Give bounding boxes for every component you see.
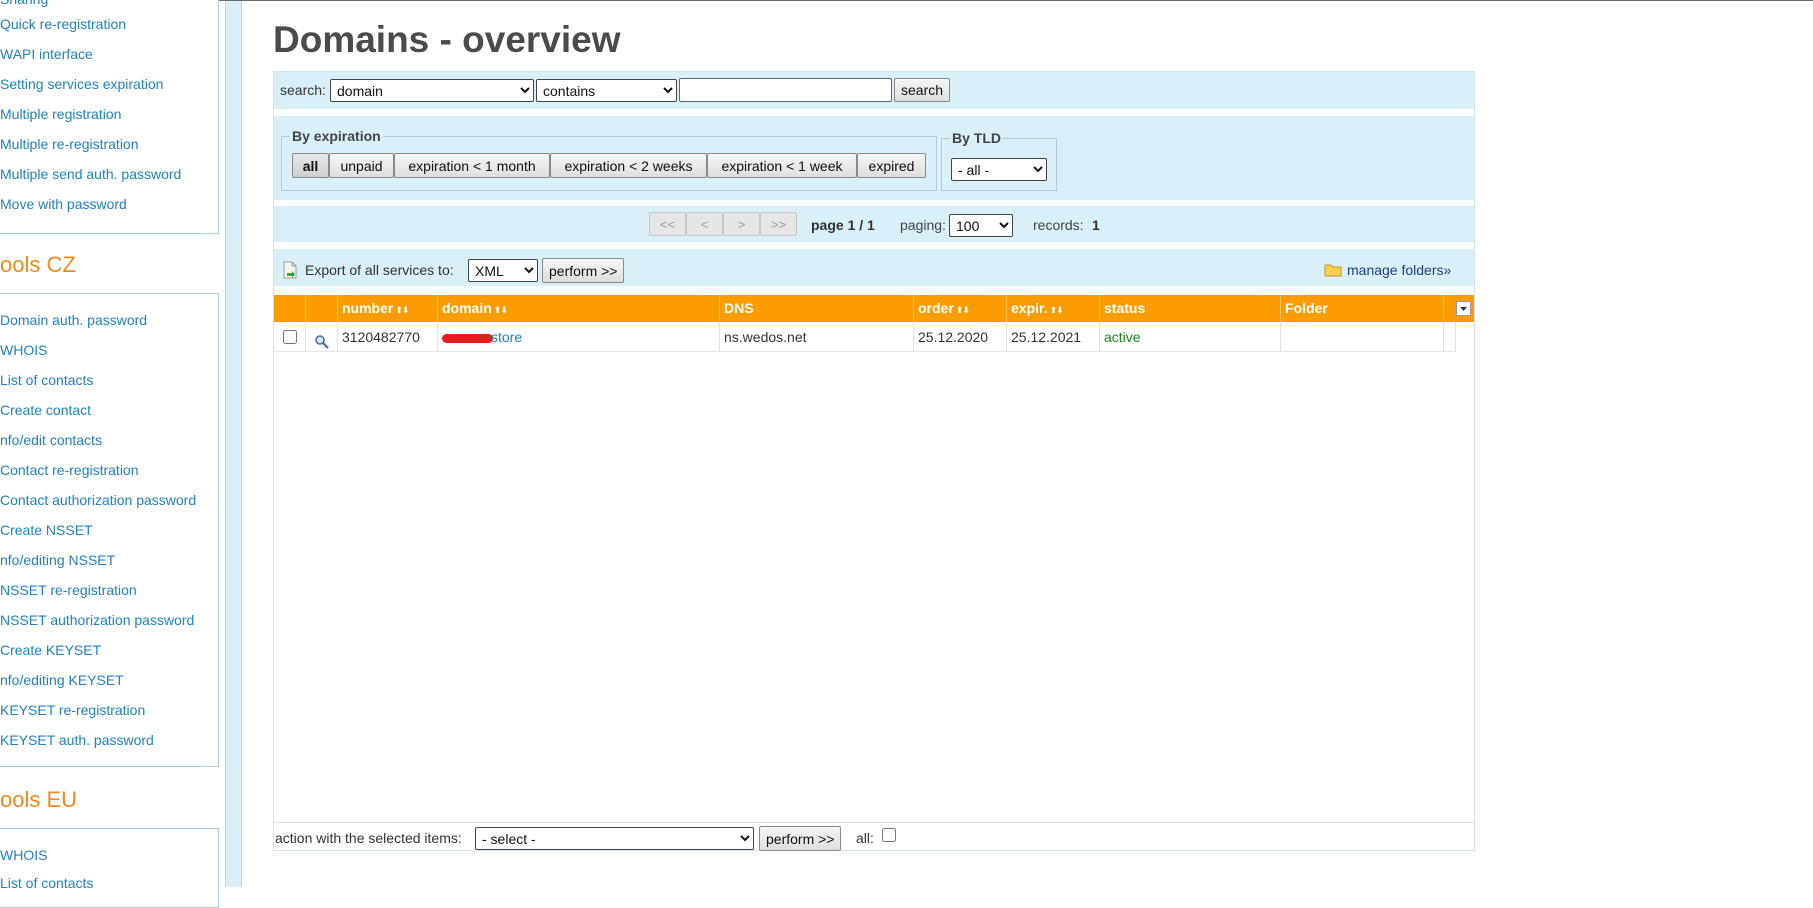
sidebar-item-keyset-re-registration[interactable]: KEYSET re-registration — [0, 702, 145, 718]
column-header-order[interactable]: order ⬆⬇ — [914, 295, 1007, 322]
sort-arrows-icon[interactable]: ⬆⬇ — [1050, 305, 1064, 315]
sort-arrows-icon[interactable]: ⬆⬇ — [956, 305, 970, 315]
filter-all-button[interactable]: all — [292, 153, 329, 178]
export-perform-button[interactable]: perform >> — [542, 258, 625, 283]
sidebar-item-move-with-password[interactable]: Move with password — [0, 196, 127, 212]
sidebar-item-info-editing-keyset[interactable]: nfo/editing KEYSET — [0, 672, 124, 688]
sidebar-box-tools-eu — [0, 828, 219, 908]
sort-arrows-icon[interactable]: ⬆⬇ — [395, 305, 409, 315]
filter-expiration-1-month-button[interactable]: expiration < 1 month — [394, 153, 550, 178]
sidebar-item-create-nsset[interactable]: Create NSSET — [0, 522, 93, 538]
sidebar-item-whois-cz[interactable]: WHOIS — [0, 342, 47, 358]
sidebar-item-contact-re-registration[interactable]: Contact re-registration — [0, 462, 139, 478]
sidebar-divider — [225, 1, 242, 887]
search-operator-select[interactable]: contains — [536, 79, 677, 102]
bulk-action-label: action with the selected items: — [275, 830, 462, 846]
sidebar-item-create-keyset[interactable]: Create KEYSET — [0, 642, 101, 658]
filter-by-expiration-legend: By expiration — [292, 128, 381, 144]
sidebar-item-quick-re-registration[interactable]: Quick re-registration — [0, 16, 126, 32]
paging-label: paging: — [900, 217, 946, 233]
column-header-checkbox — [274, 295, 306, 322]
pager-prev-button[interactable]: < — [686, 212, 723, 236]
sidebar-item-nsset-authorization-password[interactable]: NSSET authorization password — [0, 612, 194, 628]
domain-link[interactable]: store — [491, 329, 522, 345]
sidebar-item-info-editing-nsset[interactable]: nfo/editing NSSET — [0, 552, 115, 568]
search-field-select[interactable]: domain — [330, 79, 534, 102]
filter-by-tld-legend: By TLD — [952, 130, 1001, 146]
cell-dns: ns.wedos.net — [720, 322, 914, 352]
sidebar-item-multiple-send-auth-password[interactable]: Multiple send auth. password — [0, 166, 181, 182]
tld-select[interactable]: - all - — [951, 158, 1047, 181]
cell-folder — [1281, 322, 1444, 352]
cell-expiration: 25.12.2021 — [1007, 322, 1100, 352]
search-bar: search: domain contains search — [274, 72, 1474, 109]
bulk-action-bar: action with the selected items: - select… — [274, 822, 1474, 851]
sidebar-item-nsset-re-registration[interactable]: NSSET re-registration — [0, 582, 137, 598]
cell-domain: store — [438, 322, 720, 352]
chevron-down-icon — [1460, 307, 1467, 311]
export-format-select[interactable]: XML — [468, 259, 538, 282]
paging-select[interactable]: 100 — [949, 214, 1013, 237]
folder-icon — [1324, 263, 1342, 277]
column-header-domain[interactable]: domain ⬆⬇ — [438, 295, 720, 322]
sidebar-item-info-edit-contacts[interactable]: nfo/edit contacts — [0, 432, 102, 448]
search-input[interactable] — [679, 78, 892, 102]
select-all-label: all: — [856, 830, 874, 846]
table-header: number ⬆⬇ domain ⬆⬇ DNS order ⬆⬇ expir. ⬆⬇ s… — [274, 295, 1474, 322]
cell-number: 3120482770 — [338, 322, 438, 352]
sidebar-item-setting-services-expiration[interactable]: Setting services expiration — [0, 76, 163, 92]
records-label: records: — [1033, 217, 1084, 233]
page-title: Domains - overview — [273, 19, 621, 60]
column-header-number[interactable]: number ⬆⬇ — [338, 295, 438, 322]
column-header-status: status — [1100, 295, 1281, 322]
manage-folders-link[interactable]: manage folders» — [1347, 262, 1451, 278]
bulk-action-select[interactable]: - select - — [475, 827, 754, 850]
search-label: search: — [280, 82, 326, 98]
cell-options — [1444, 322, 1456, 352]
records-count: 1 — [1092, 217, 1100, 233]
column-chooser-dropdown[interactable] — [1456, 301, 1471, 316]
select-all-checkbox[interactable] — [882, 828, 896, 842]
row-detail-cell — [306, 322, 338, 352]
sidebar-item-whois-eu[interactable]: WHOIS — [0, 847, 47, 863]
filter-expiration-2-weeks-button[interactable]: expiration < 2 weeks — [550, 153, 707, 178]
sidebar-item-multiple-re-registration[interactable]: Multiple re-registration — [0, 136, 139, 152]
pager-next-button[interactable]: > — [723, 212, 760, 236]
sidebar: Sharing Quick re-registration WAPI inter… — [0, 0, 243, 908]
export-icon — [282, 261, 298, 279]
export-label: Export of all services to: — [305, 262, 454, 278]
sidebar-item-domain-auth-password[interactable]: Domain auth. password — [0, 312, 147, 328]
magnifier-icon[interactable] — [314, 330, 330, 349]
column-header-folder: Folder — [1281, 295, 1444, 322]
sidebar-item-keyset-auth-password[interactable]: KEYSET auth. password — [0, 732, 154, 748]
sidebar-item-cutoff[interactable]: Sharing — [0, 0, 48, 7]
sidebar-title-tools-eu: ools EU — [0, 787, 78, 812]
export-bar — [274, 249, 1474, 286]
column-header-expiration[interactable]: expir. ⬆⬇ — [1007, 295, 1100, 322]
sidebar-item-multiple-registration[interactable]: Multiple registration — [0, 106, 121, 122]
cell-status: active — [1100, 322, 1281, 352]
sidebar-item-list-of-contacts-cz[interactable]: List of contacts — [0, 372, 93, 388]
filter-unpaid-button[interactable]: unpaid — [329, 153, 394, 178]
sidebar-item-wapi-interface[interactable]: WAPI interface — [0, 46, 93, 62]
sidebar-item-contact-authorization-password[interactable]: Contact authorization password — [0, 492, 196, 508]
row-checkbox[interactable] — [283, 330, 297, 344]
sort-arrows-icon[interactable]: ⬆⬇ — [494, 305, 508, 315]
cell-order: 25.12.2020 — [914, 322, 1007, 352]
row-checkbox-cell — [274, 322, 306, 352]
sidebar-item-create-contact[interactable]: Create contact — [0, 402, 91, 418]
pager-last-button[interactable]: >> — [760, 212, 797, 236]
filter-expiration-1-week-button[interactable]: expiration < 1 week — [707, 153, 857, 178]
column-header-dns: DNS — [720, 295, 914, 322]
bulk-action-perform-button[interactable]: perform >> — [759, 826, 842, 851]
pager-first-button[interactable]: << — [649, 212, 686, 236]
column-header-detail — [306, 295, 338, 322]
search-button[interactable]: search — [894, 78, 951, 102]
filter-expired-button[interactable]: expired — [857, 153, 926, 178]
sidebar-title-tools-cz: ools CZ — [0, 252, 76, 277]
pager-page-text: page 1 / 1 — [811, 217, 875, 233]
redaction-mark — [442, 333, 493, 343]
sidebar-item-list-of-contacts-eu[interactable]: List of contacts — [0, 875, 93, 891]
